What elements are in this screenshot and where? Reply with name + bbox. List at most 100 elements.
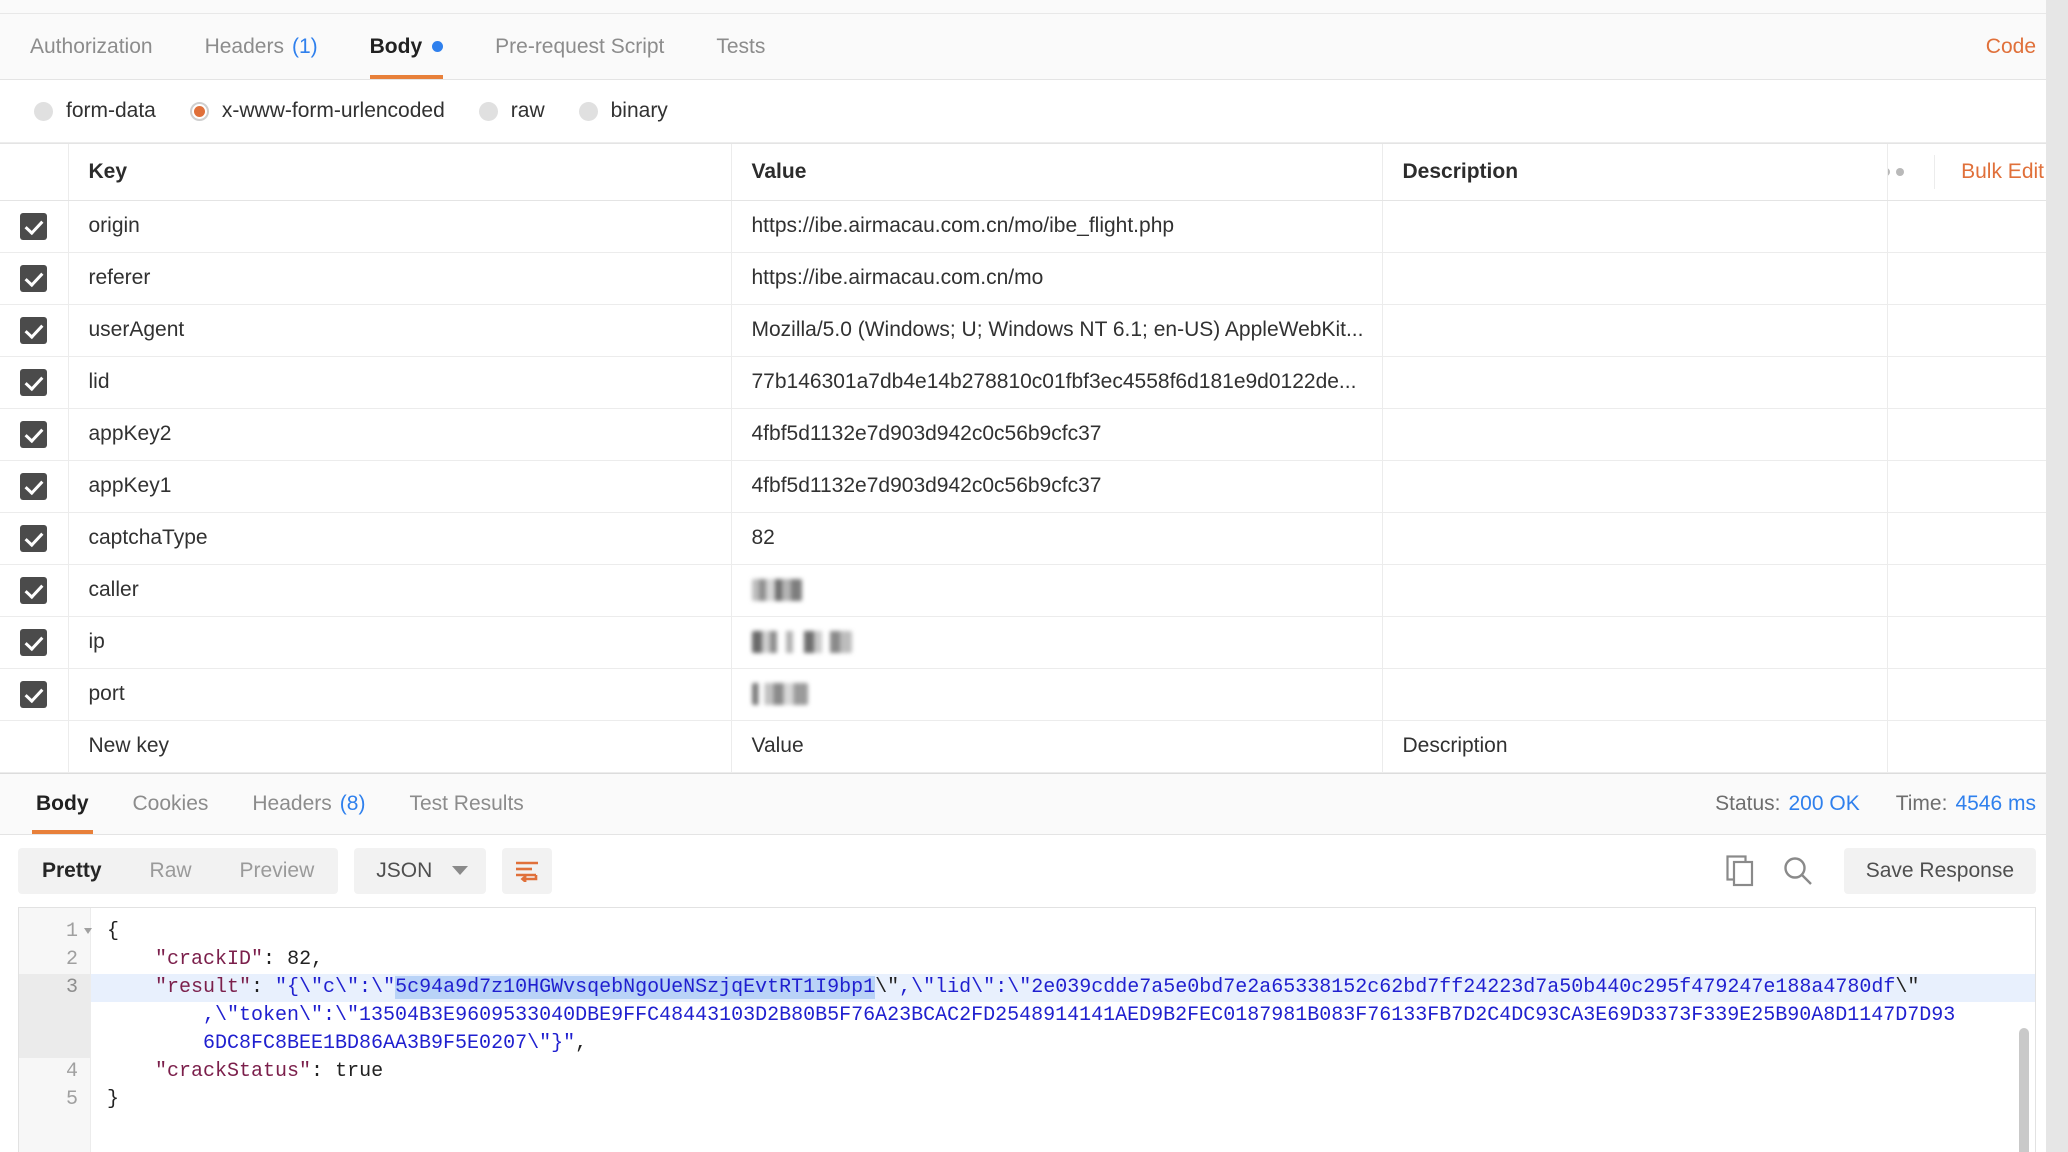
view-mode-pretty[interactable]: Pretty: [18, 848, 126, 894]
params-table-container: Key Value Description Bulk Edit origin ht…: [0, 143, 2068, 773]
response-body-editor[interactable]: 123 4 5 { "crackID": 82, "result": "{\"c\"…: [18, 906, 2036, 1152]
tab-pre-request-script[interactable]: Pre-request Script: [469, 14, 690, 79]
view-mode-segmented-control: Pretty Raw Preview: [18, 847, 339, 894]
word-wrap-button[interactable]: [502, 847, 553, 894]
row-checkbox[interactable]: [20, 628, 47, 656]
table-row: referer https://ibe.airmacau.com.cn/mo: [0, 252, 2068, 305]
editor-code-content[interactable]: { "crackID": 82, "result": "{\"c\":\"5c9…: [91, 908, 2035, 1152]
row-checkbox-cell: [0, 460, 69, 513]
code-token: :: [311, 1059, 336, 1083]
row-key-cell[interactable]: appKey1: [67, 460, 732, 513]
time-value[interactable]: 4546 ms: [1955, 792, 2036, 815]
row-checkbox[interactable]: [20, 524, 47, 552]
row-description-cell[interactable]: [1381, 668, 1888, 721]
radio-x-www-form-urlencoded[interactable]: x-www-form-urlencoded: [189, 99, 445, 123]
row-actions-cell: [1886, 668, 2068, 721]
new-key-input[interactable]: New key: [67, 720, 732, 773]
status-group: Status: 200 OK: [1715, 792, 1860, 816]
row-value-cell[interactable]: https://ibe.airmacau.com.cn/mo/ibe_fligh…: [730, 200, 1383, 253]
body-type-radio-group: form-data x-www-form-urlencoded raw bina…: [0, 80, 2068, 143]
row-key-cell[interactable]: referer: [67, 252, 732, 305]
chevron-down-icon: [452, 866, 469, 875]
row-description-cell[interactable]: [1381, 512, 1888, 565]
code-token: ,\"lid\":\": [899, 975, 1032, 999]
code-token: \": [875, 975, 900, 999]
row-description-cell[interactable]: [1381, 460, 1888, 513]
editor-vertical-scrollbar[interactable]: [2019, 1027, 2029, 1152]
code-link[interactable]: Code: [1986, 14, 2042, 79]
code-token: {: [107, 919, 120, 943]
row-key-cell[interactable]: port: [67, 668, 732, 721]
row-actions-cell: [1886, 356, 2068, 409]
row-description-cell[interactable]: [1381, 252, 1888, 305]
row-checkbox[interactable]: [20, 212, 47, 240]
row-key-cell[interactable]: captchaType: [67, 512, 732, 565]
row-checkbox[interactable]: [20, 316, 47, 344]
tab-tests[interactable]: Tests: [690, 14, 791, 79]
radio-x-www-form-urlencoded-icon: [189, 101, 209, 121]
tab-tests-label: Tests: [716, 34, 766, 58]
row-checkbox[interactable]: [20, 368, 47, 396]
row-checkbox-cell: [0, 304, 69, 357]
tab-authorization[interactable]: Authorization: [22, 14, 179, 79]
new-description-input[interactable]: Description: [1381, 720, 1888, 773]
row-value-cell[interactable]: 77b146301a7db4e14b278810c01fbf3ec4558f6d…: [730, 356, 1383, 409]
row-value-cell[interactable]: [730, 564, 1383, 617]
row-value-cell[interactable]: [730, 668, 1383, 721]
save-response-button[interactable]: Save Response: [1843, 847, 2036, 894]
tab-body[interactable]: Body: [344, 14, 470, 79]
row-checkbox[interactable]: [20, 680, 47, 708]
view-mode-preview[interactable]: Preview: [216, 848, 339, 894]
row-key-cell[interactable]: caller: [67, 564, 732, 617]
row-value-cell[interactable]: 4fbf5d1132e7d903d942c0c56b9cfc37: [730, 408, 1383, 461]
row-checkbox[interactable]: [20, 420, 47, 448]
row-checkbox[interactable]: [20, 576, 47, 604]
new-value-input[interactable]: Value: [730, 720, 1383, 773]
tab-headers[interactable]: Headers (1): [179, 14, 344, 79]
row-checkbox[interactable]: [20, 264, 47, 292]
copy-button[interactable]: [1726, 854, 1756, 887]
row-key-cell[interactable]: lid: [67, 356, 732, 409]
radio-form-data[interactable]: form-data: [34, 99, 156, 123]
more-options-icon[interactable]: [1888, 167, 1934, 176]
row-description-cell[interactable]: [1381, 356, 1888, 409]
row-description-cell[interactable]: [1381, 304, 1888, 357]
row-value-cell[interactable]: 82: [730, 512, 1383, 565]
right-edge-scrollbar-track[interactable]: [2046, 0, 2068, 1152]
row-checkbox[interactable]: [20, 472, 47, 500]
search-button[interactable]: [1782, 855, 1814, 887]
row-description-cell[interactable]: [1381, 408, 1888, 461]
row-description-cell[interactable]: [1381, 616, 1888, 669]
row-key-cell[interactable]: userAgent: [67, 304, 732, 357]
new-row-checkbox-cell: [0, 720, 69, 773]
row-value-cell[interactable]: https://ibe.airmacau.com.cn/mo: [730, 252, 1383, 305]
format-select[interactable]: JSON: [354, 847, 487, 894]
response-tab-test-results[interactable]: Test Results: [387, 774, 545, 834]
radio-binary[interactable]: binary: [578, 99, 668, 123]
view-mode-raw[interactable]: Raw: [126, 848, 216, 894]
response-tab-body[interactable]: Body: [14, 774, 111, 834]
row-value-cell[interactable]: Mozilla/5.0 (Windows; U; Windows NT 6.1;…: [730, 304, 1383, 357]
row-key-cell[interactable]: origin: [67, 200, 732, 253]
radio-raw[interactable]: raw: [478, 99, 545, 123]
row-value-cell[interactable]: 4fbf5d1132e7d903d942c0c56b9cfc37: [730, 460, 1383, 513]
code-token: }: [107, 1087, 120, 1111]
params-table: Key Value Description Bulk Edit origin ht…: [0, 144, 2068, 773]
header-description: Description: [1381, 144, 1888, 201]
bulk-edit-button[interactable]: Bulk Edit: [1934, 154, 2044, 189]
row-key-cell[interactable]: appKey2: [67, 408, 732, 461]
row-key-cell[interactable]: ip: [67, 616, 732, 669]
status-value[interactable]: 200 OK: [1789, 792, 1860, 815]
code-line: "crackStatus": true: [91, 1058, 2035, 1086]
code-token: ,: [311, 947, 324, 971]
row-description-cell[interactable]: [1381, 200, 1888, 253]
row-description-cell[interactable]: [1381, 564, 1888, 617]
line-number: 1: [19, 918, 92, 946]
row-value-cell[interactable]: [730, 616, 1383, 669]
row-checkbox-cell: [0, 200, 69, 253]
response-tab-cookies[interactable]: Cookies: [111, 774, 231, 834]
redacted-value: [751, 579, 802, 602]
response-tab-headers[interactable]: Headers (8): [230, 774, 387, 834]
